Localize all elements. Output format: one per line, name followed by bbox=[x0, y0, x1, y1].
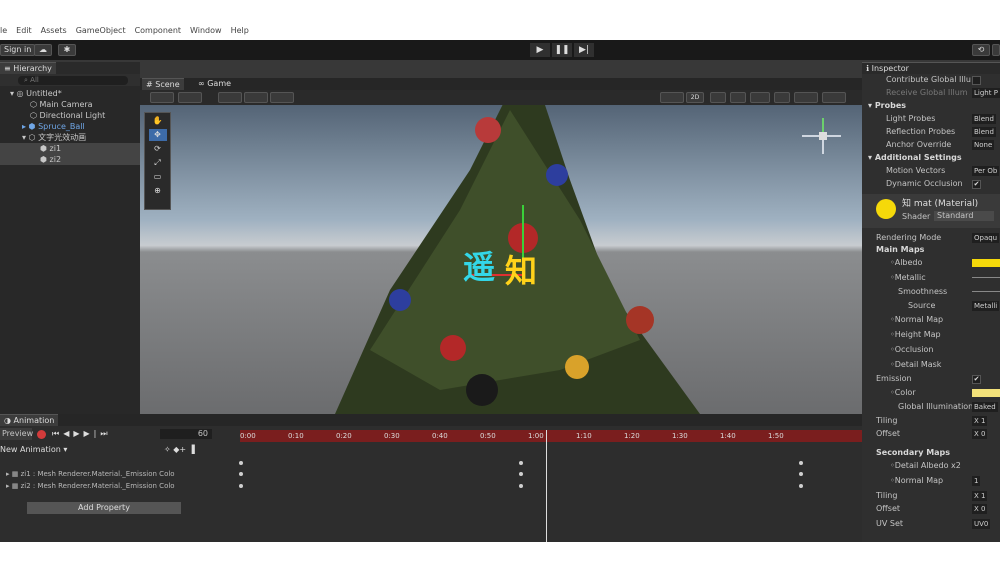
scene-view[interactable]: 遥 知 bbox=[140, 90, 862, 414]
albedo-color[interactable] bbox=[972, 259, 1000, 267]
hierarchy-panel: ≡ Hierarchy ⌕ All ▾ ◎ Untitled* ⬡ Main C… bbox=[0, 62, 140, 414]
view-options-dropdown[interactable] bbox=[178, 92, 202, 103]
2d-toggle[interactable]: 2D bbox=[686, 92, 704, 103]
keyframe[interactable] bbox=[519, 461, 523, 465]
tab-game[interactable]: ∞ Game bbox=[194, 78, 236, 90]
metallic-slider[interactable] bbox=[972, 277, 1000, 278]
keyframe-tools[interactable]: ✧ ◆+ ▐ bbox=[164, 444, 214, 456]
hand-tool-icon[interactable]: ✋ bbox=[149, 115, 167, 127]
hierarchy-item-zi2[interactable]: ⬢ zi2 bbox=[0, 154, 140, 165]
sign-in-button[interactable]: Sign in bbox=[0, 44, 36, 56]
keyframe[interactable] bbox=[239, 472, 243, 476]
keyframe[interactable] bbox=[799, 484, 803, 488]
play-button[interactable]: ▶ bbox=[530, 43, 550, 57]
snap-increment-dropdown[interactable] bbox=[244, 92, 268, 103]
playhead[interactable] bbox=[546, 430, 547, 542]
hierarchy-item-camera[interactable]: ⬡ Main Camera bbox=[30, 99, 93, 110]
ornament bbox=[440, 335, 466, 361]
transform-tool-icon[interactable]: ⊕ bbox=[149, 185, 167, 197]
account-button[interactable] bbox=[992, 44, 1000, 56]
preview-toggle[interactable]: Preview bbox=[0, 428, 33, 440]
keyframe[interactable] bbox=[519, 484, 523, 488]
ornament bbox=[565, 355, 589, 379]
menu-window[interactable]: Window bbox=[190, 26, 222, 35]
move-tool-icon[interactable]: ✥ bbox=[148, 129, 167, 141]
menu-edit[interactable]: Edit bbox=[16, 26, 32, 35]
keyframe[interactable] bbox=[239, 484, 243, 488]
audio-toggle[interactable] bbox=[730, 92, 746, 103]
material-preview bbox=[876, 199, 896, 219]
ornament bbox=[626, 306, 654, 334]
menu-file[interactable]: le bbox=[0, 26, 7, 35]
scale-tool-icon[interactable]: ⤢ bbox=[149, 157, 167, 169]
tab-animation[interactable]: ◑ Animation bbox=[0, 414, 59, 426]
contribute-gi-checkbox[interactable] bbox=[972, 76, 981, 85]
rotate-tool-icon[interactable]: ⟳ bbox=[149, 143, 167, 155]
step-button[interactable]: ▶| bbox=[574, 43, 594, 57]
hierarchy-item-light[interactable]: ⬡ Directional Light bbox=[30, 110, 105, 121]
tab-inspector[interactable]: ℹ Inspector bbox=[862, 62, 1000, 74]
main-toolbar: Sign in ☁ ✱ ▶ ❚❚ ▶| ⟲ bbox=[0, 40, 1000, 60]
scene-tabbar: # Scene ∞ Game bbox=[140, 78, 862, 90]
track-zi1[interactable]: ▸ ▦ zi1 : Mesh Renderer.Material._Emissi… bbox=[0, 468, 215, 480]
emission-color[interactable] bbox=[972, 389, 1000, 397]
pause-button[interactable]: ❚❚ bbox=[552, 43, 572, 57]
tab-scene[interactable]: # Scene bbox=[142, 78, 184, 90]
hierarchy-search-input[interactable]: ⌕ All bbox=[18, 76, 128, 85]
clip-dropdown[interactable]: New Animation ▾ bbox=[0, 444, 140, 456]
effects-dropdown[interactable] bbox=[750, 92, 770, 103]
menu-gameobject[interactable]: GameObject bbox=[76, 26, 126, 35]
hierarchy-item-scene[interactable]: ▾ ◎ Untitled* bbox=[10, 88, 140, 99]
menu-bar: le Edit Assets GameObject Component Wind… bbox=[0, 20, 1000, 40]
playback-controls[interactable]: ⏮◀▶▶|⏭ bbox=[52, 428, 132, 440]
scene-render bbox=[140, 90, 862, 414]
ornament bbox=[546, 164, 568, 186]
track-zi2[interactable]: ▸ ▦ zi2 : Mesh Renderer.Material._Emissi… bbox=[0, 480, 215, 492]
scene-toolbar: 2D bbox=[140, 90, 862, 105]
hierarchy-item-spruce[interactable]: ▸ ⬢ Spruce_Ball bbox=[22, 121, 85, 132]
keyframe[interactable] bbox=[799, 472, 803, 476]
rect-tool-icon[interactable]: ▭ bbox=[149, 171, 167, 183]
record-button[interactable] bbox=[37, 430, 46, 439]
ornament bbox=[475, 117, 501, 143]
glow-text-zi2: 知 bbox=[505, 252, 538, 290]
grid-snap-dropdown[interactable] bbox=[218, 92, 242, 103]
keyframe[interactable] bbox=[519, 472, 523, 476]
inspector-panel: ℹ Inspector Contribute Global Illu Recei… bbox=[862, 62, 1000, 542]
smoothness-slider[interactable] bbox=[972, 291, 1000, 292]
shader-dropdown[interactable]: Standard bbox=[934, 211, 994, 221]
draw-mode-dropdown[interactable] bbox=[150, 92, 174, 103]
history-icon[interactable]: ⟲ bbox=[972, 44, 990, 56]
transform-tools: ✋ ✥ ⟳ ⤢ ▭ ⊕ bbox=[144, 112, 171, 210]
scene-gizmo[interactable] bbox=[802, 118, 842, 158]
frame-field[interactable]: 60 bbox=[160, 429, 212, 439]
keyframe[interactable] bbox=[239, 461, 243, 465]
hidden-objects-toggle[interactable] bbox=[774, 92, 790, 103]
gizmos-dropdown[interactable] bbox=[822, 92, 846, 103]
keyframe[interactable] bbox=[799, 461, 803, 465]
animation-panel: ◑ Animation Preview ⏮◀▶▶|⏭ 60 New Animat… bbox=[0, 414, 862, 542]
menu-help[interactable]: Help bbox=[231, 26, 249, 35]
menu-component[interactable]: Component bbox=[135, 26, 181, 35]
collab-icon[interactable]: ✱ bbox=[58, 44, 76, 56]
menu-assets[interactable]: Assets bbox=[41, 26, 67, 35]
glow-text-zi1: 遥 bbox=[463, 248, 496, 286]
hierarchy-item-zi1[interactable]: ⬢ zi1 bbox=[0, 143, 140, 154]
cloud-icon[interactable]: ☁ bbox=[34, 44, 52, 56]
lighting-toggle[interactable] bbox=[710, 92, 726, 103]
shading-dropdown[interactable] bbox=[660, 92, 684, 103]
camera-dropdown[interactable] bbox=[794, 92, 818, 103]
hierarchy-item-text-anim[interactable]: ▾ ⬡ 文字光效动画 bbox=[22, 132, 86, 143]
ornament bbox=[389, 289, 411, 311]
timeline-ruler[interactable]: 0:00 0:10 0:20 0:30 0:40 0:50 1:00 1:10 1:20 1:30… bbox=[240, 430, 862, 442]
tab-hierarchy[interactable]: ≡ Hierarchy bbox=[0, 62, 56, 74]
add-property-button[interactable]: Add Property bbox=[27, 502, 181, 514]
unity-editor: le Edit Assets GameObject Component Wind… bbox=[0, 20, 1000, 542]
material-header: 知 mat (Material) Shader Standard bbox=[862, 194, 1000, 228]
tool-settings-dropdown[interactable] bbox=[270, 92, 294, 103]
